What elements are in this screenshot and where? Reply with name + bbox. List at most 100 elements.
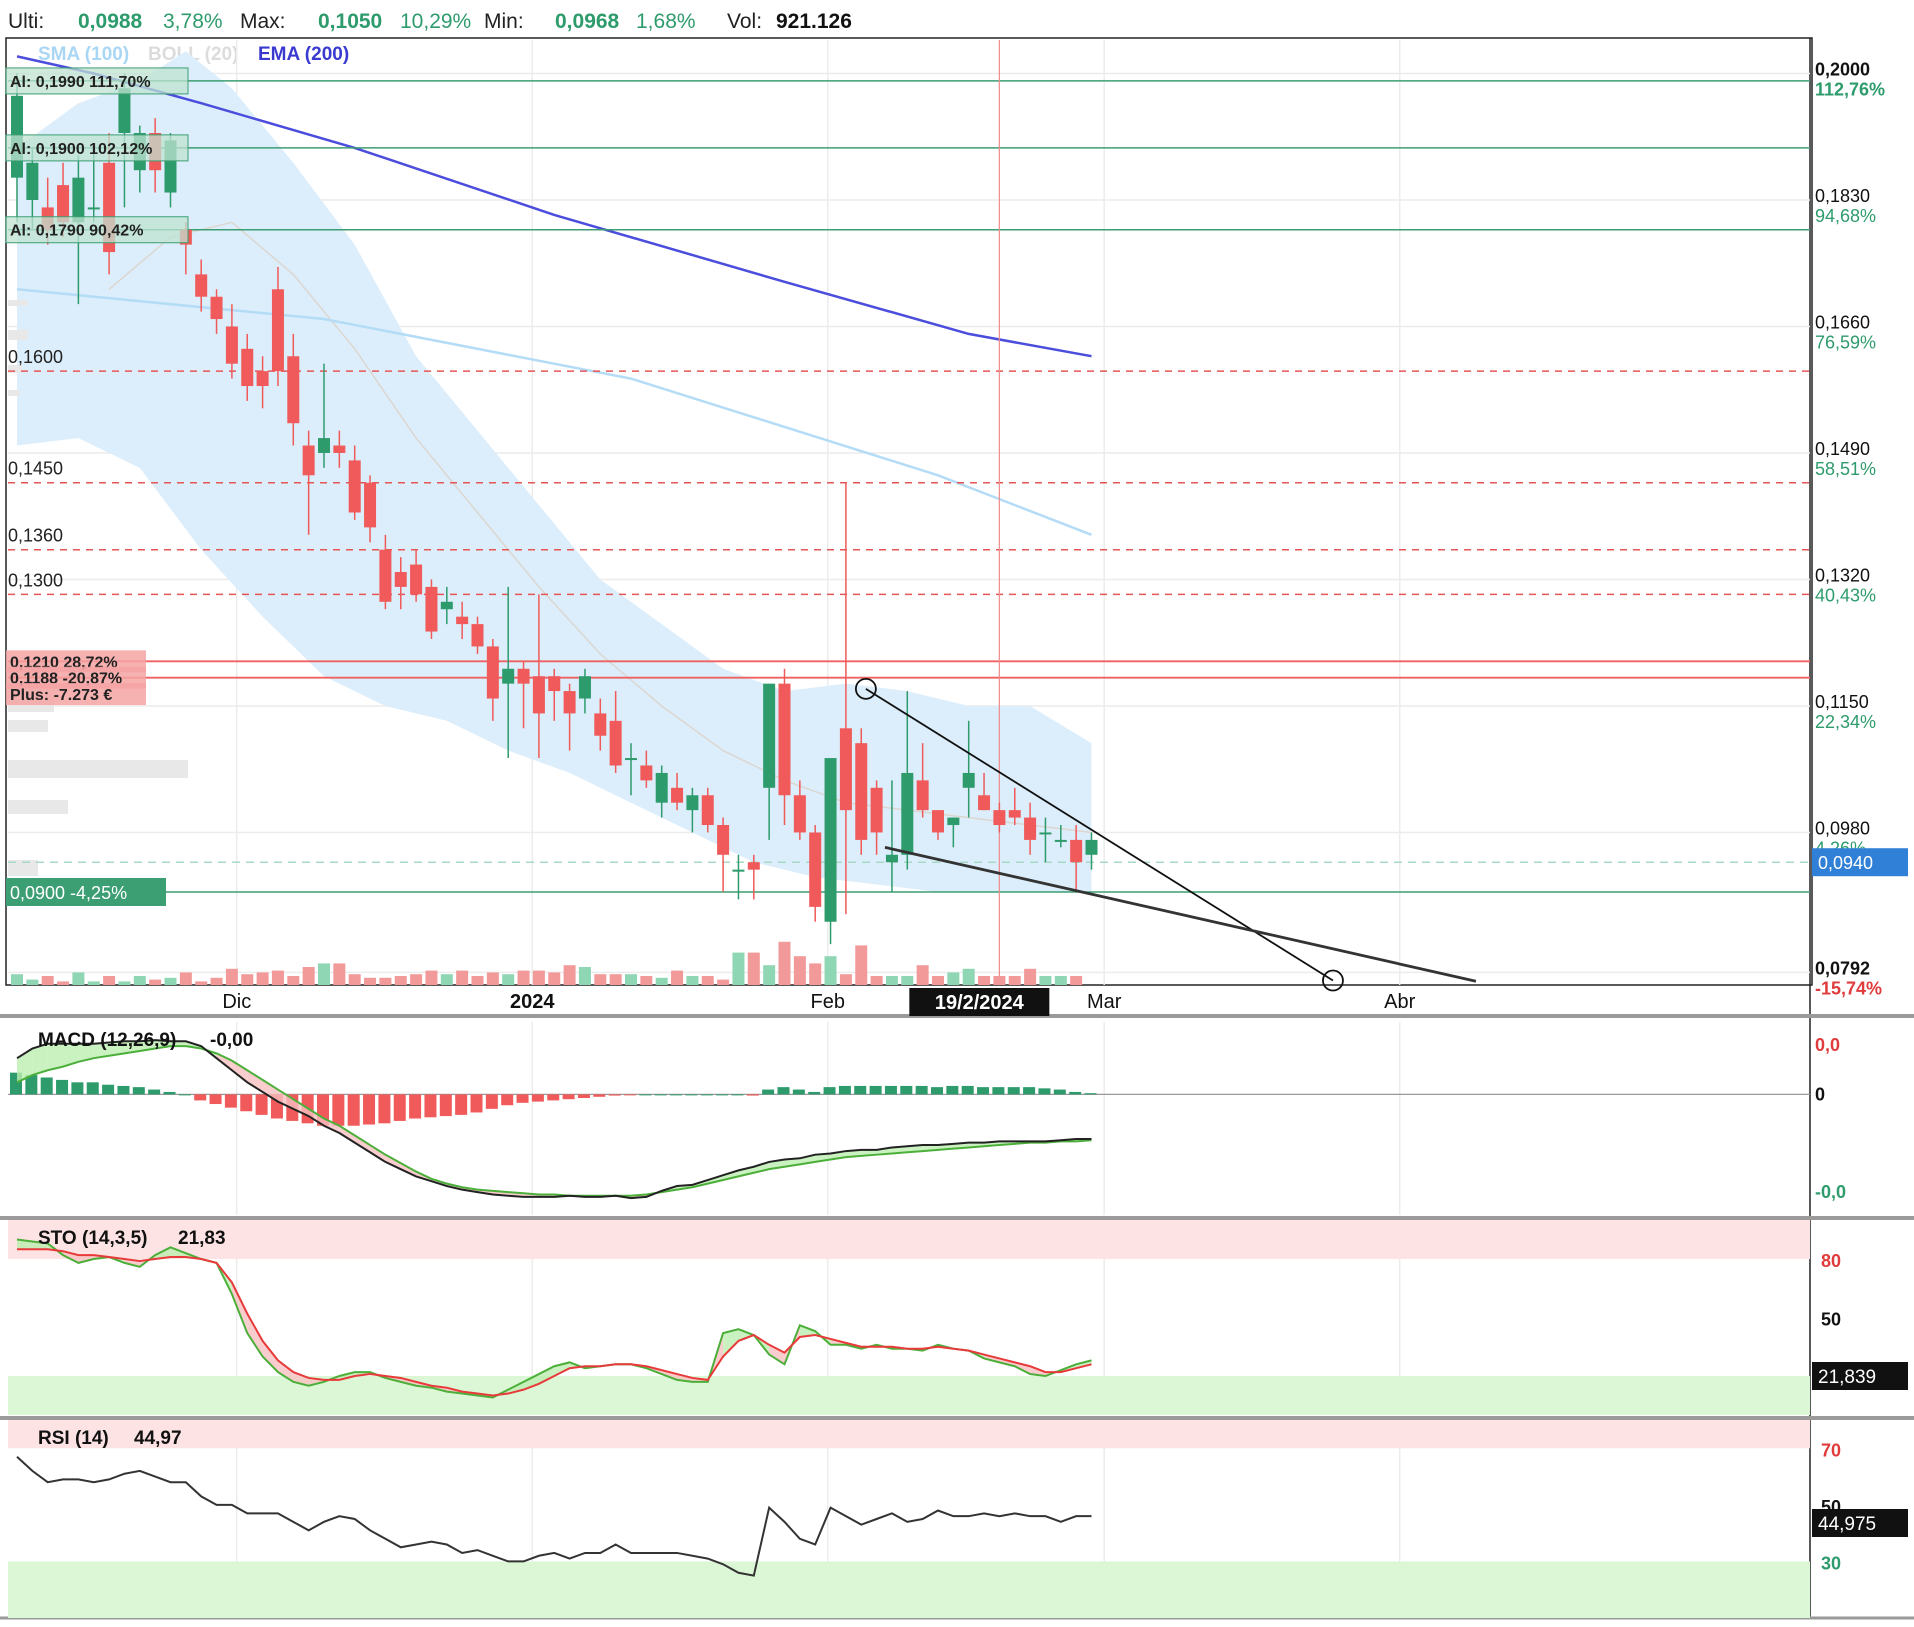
axis-price-label: 0,1660 (1815, 312, 1870, 332)
last-value: 0,0988 (78, 10, 143, 33)
macd-bar (102, 1084, 115, 1095)
volume-profile-bar (8, 760, 188, 778)
sto-oversold-zone (8, 1376, 1810, 1415)
macd-bar (762, 1089, 775, 1095)
candle-body (425, 586, 438, 632)
macd-bar (148, 1089, 161, 1095)
macd-bar (593, 1094, 606, 1097)
macd-axis-label: 0 (1815, 1084, 1825, 1104)
legend-sma[interactable]: SMA (100) (38, 44, 129, 65)
macd-bar (792, 1089, 805, 1095)
level-label: 0,1300 (8, 570, 63, 590)
macd-bar (823, 1087, 836, 1095)
candle-body (241, 348, 254, 387)
sto-axis-label: 80 (1821, 1251, 1841, 1271)
macd-bar (670, 1094, 683, 1096)
x-axis-label: 2024 (510, 991, 555, 1013)
volume-bar (870, 976, 883, 985)
volume-bar (410, 974, 423, 985)
rsi-value: 44,97 (134, 1428, 182, 1449)
candle-body (379, 549, 392, 602)
volume-bars (11, 941, 1083, 985)
volume-bar (916, 965, 929, 985)
alert-tag[interactable]: Al: 0,1900 102,12% (5, 134, 189, 162)
position-tag[interactable]: Plus: -7.273 € (6, 683, 146, 706)
volume-bar (271, 970, 284, 985)
candle-body (594, 713, 607, 736)
axis-price-label: 0,1830 (1815, 186, 1870, 206)
macd-bar (716, 1094, 729, 1096)
volume-bar (625, 974, 637, 985)
macd-bar (577, 1094, 590, 1098)
candle-body (271, 289, 284, 372)
rsi-axis-label: 70 (1821, 1440, 1841, 1460)
alert-tag[interactable]: Al: 0,1790 90,42% (5, 216, 189, 244)
volume-bar (118, 981, 131, 985)
sto-overbought-zone (8, 1220, 1810, 1259)
macd-bar (178, 1094, 191, 1096)
candle-body (855, 743, 868, 840)
axis-pct-label: 76,59% (1815, 332, 1876, 352)
candle-body (1054, 839, 1067, 842)
candle-body (532, 676, 545, 714)
volume-bar (333, 963, 346, 985)
candle-body (302, 445, 315, 476)
macd-bar (746, 1094, 759, 1096)
macd-bar (838, 1085, 851, 1095)
vol-label: Vol: (727, 10, 762, 33)
volume-bar (609, 974, 622, 985)
legend-ema[interactable]: EMA (200) (258, 44, 349, 65)
volume-bar (72, 972, 85, 985)
volume-bar (732, 952, 745, 985)
macd-bar (900, 1085, 913, 1095)
axis-price-label: 0,1150 (1815, 692, 1869, 712)
alert-tag[interactable]: Al: 0,1990 111,70% (5, 67, 189, 95)
macd-bar (915, 1085, 928, 1095)
volume-bar (440, 974, 453, 985)
volume-bar (563, 965, 576, 985)
macd-bar (777, 1087, 790, 1095)
last-label: Ulti: (8, 10, 44, 33)
macd-bar (531, 1094, 544, 1102)
volume-bar (225, 968, 238, 985)
macd-bar (56, 1079, 69, 1095)
candle-body (932, 810, 944, 833)
candle (809, 825, 822, 922)
candle-body (87, 207, 100, 210)
volume-bar (241, 974, 254, 985)
macd-bar (808, 1091, 821, 1095)
macd-bar (977, 1087, 990, 1095)
macd-bar (439, 1094, 452, 1117)
volume-bar (747, 952, 760, 985)
volume-bar (640, 976, 653, 985)
candle-body (839, 728, 852, 811)
candle-body (1024, 817, 1037, 840)
volume-bar (1054, 976, 1067, 985)
axis-pct-label: 22,34% (1815, 712, 1876, 732)
volume-bar (394, 976, 407, 985)
candle-body (732, 869, 745, 872)
macd-bar (884, 1085, 897, 1095)
candle-body (885, 854, 898, 863)
volume-bar (701, 976, 714, 985)
axis-price-label: 0,1320 (1815, 565, 1870, 585)
volume-bar (318, 963, 330, 985)
volume-bar (456, 970, 469, 985)
volume-bar (11, 974, 23, 985)
volume-bar (885, 976, 898, 985)
volume-bar (210, 977, 223, 985)
volume-bar (578, 967, 591, 985)
macd-bar (409, 1094, 422, 1119)
candle-body (578, 676, 591, 699)
candle-body (348, 460, 361, 513)
candle-body (640, 765, 653, 781)
alert-tag-bottom[interactable]: 0,0900 -4,25% (6, 877, 166, 906)
macd-bar (992, 1087, 1005, 1095)
current-price-text: 0,0940 (1818, 853, 1873, 873)
volume-bar (364, 977, 377, 985)
candle-body (333, 445, 346, 453)
macd-bar (639, 1094, 652, 1096)
macd-bar (117, 1085, 130, 1095)
volume-profile-bar (8, 330, 28, 340)
candle-body (993, 810, 1006, 826)
